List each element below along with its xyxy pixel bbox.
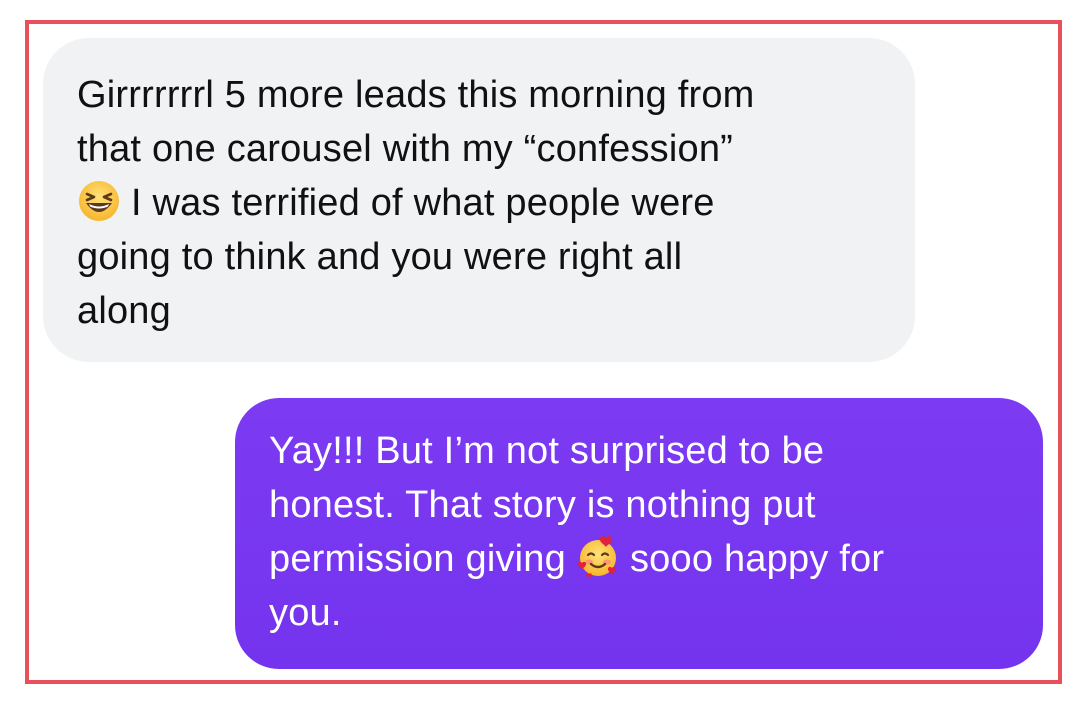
outgoing-message-bubble[interactable]: Yay!!! But I’m not surprised to be hones…: [235, 398, 1043, 669]
smiling-face-with-hearts-icon: [576, 535, 620, 579]
incoming-message-bubble[interactable]: Girrrrrrrl 5 more leads this morning fro…: [43, 38, 915, 362]
message-line: permission giving sooo happy for: [269, 532, 1013, 586]
message-line: along: [77, 290, 171, 332]
chat-frame: Girrrrrrrl 5 more leads this morning fro…: [25, 20, 1062, 684]
message-text: permission giving: [269, 538, 566, 580]
message-text: I was terrified of what people were: [131, 182, 715, 224]
message-line: you.: [269, 592, 342, 634]
message-line: honest. That story is nothing put: [269, 484, 816, 526]
message-line: I was terrified of what people were: [77, 176, 881, 230]
message-text: sooo happy for: [629, 538, 885, 580]
message-line: Yay!!! But I’m not surprised to be: [269, 430, 825, 472]
message-line: going to think and you were right all: [77, 236, 683, 278]
message-line: that one carousel with my “confession”: [77, 128, 734, 170]
message-line: Girrrrrrrl 5 more leads this morning fro…: [77, 74, 755, 116]
grinning-squinting-face-icon: [77, 179, 121, 223]
